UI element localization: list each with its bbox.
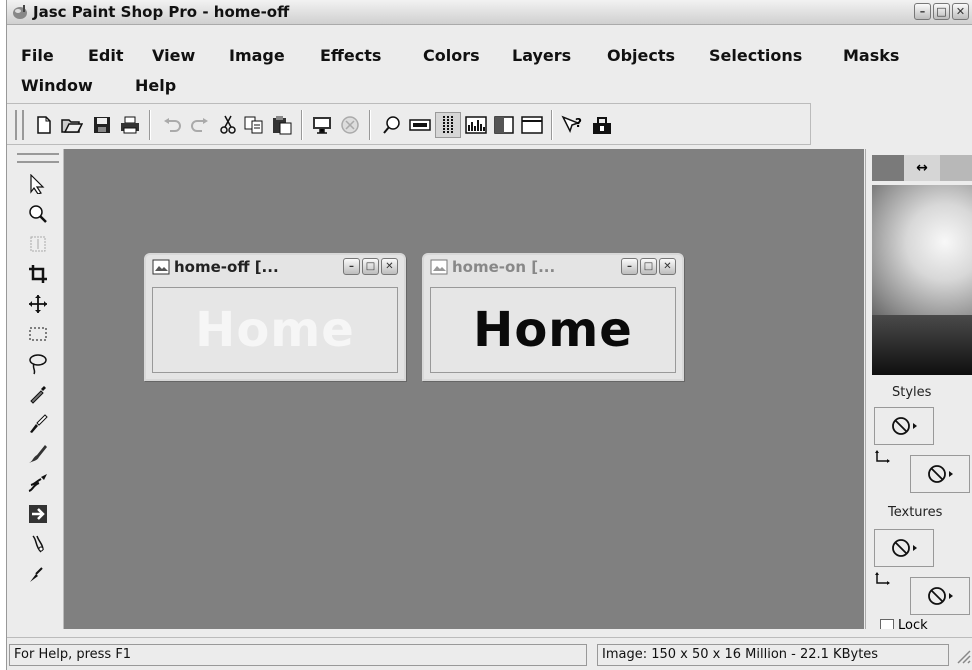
doc-close-button[interactable]: ✕: [381, 258, 398, 275]
undo-icon[interactable]: [159, 112, 185, 138]
open-icon[interactable]: [59, 112, 85, 138]
toolbar-icon[interactable]: [407, 112, 433, 138]
dropper-icon[interactable]: [25, 381, 51, 407]
swap-styles-icon[interactable]: [874, 449, 892, 467]
doc-minimize-button[interactable]: –: [621, 258, 638, 275]
doc-maximize-button[interactable]: □: [640, 258, 657, 275]
paste-icon[interactable]: [269, 112, 295, 138]
overview-icon[interactable]: [379, 112, 405, 138]
doc-minimize-button[interactable]: –: [343, 258, 360, 275]
new-icon[interactable]: [31, 112, 57, 138]
title-bar: Jasc Paint Shop Pro - home-off – □ ✕: [7, 0, 972, 25]
swap-colors-icon[interactable]: ↔: [904, 155, 940, 181]
workspace[interactable]: home-off [... – □ ✕ Home home-on [... – …: [64, 149, 864, 629]
eraser-icon[interactable]: [25, 561, 51, 587]
full-screen-preview-icon[interactable]: [309, 112, 335, 138]
menu-file[interactable]: File: [21, 46, 54, 65]
freehand-icon[interactable]: [25, 351, 51, 377]
image-canvas[interactable]: Home: [430, 287, 676, 373]
menu-masks[interactable]: Masks: [843, 46, 899, 65]
menu-image[interactable]: Image: [229, 46, 285, 65]
lock-checkbox[interactable]: Lock: [880, 618, 928, 629]
scratch-remover-icon[interactable]: [25, 531, 51, 557]
save-icon[interactable]: [89, 112, 115, 138]
cut-icon[interactable]: [215, 112, 241, 138]
doc-close-button[interactable]: ✕: [659, 258, 676, 275]
selection-icon[interactable]: [25, 321, 51, 347]
lock-label: Lock: [898, 618, 928, 629]
menu-bar: File Edit View Image Effects Colors Laye…: [7, 26, 972, 100]
layer-palette-icon[interactable]: [491, 112, 517, 138]
menu-effects[interactable]: Effects: [320, 46, 381, 65]
document-window-home-on[interactable]: home-on [... – □ ✕ Home: [422, 253, 684, 381]
document-title: home-off [...: [174, 258, 279, 276]
image-canvas[interactable]: Home: [152, 287, 398, 373]
tool-palette: [13, 149, 64, 629]
crop-icon[interactable]: [25, 261, 51, 287]
minimize-button[interactable]: –: [914, 3, 931, 20]
background-texture-button[interactable]: [910, 577, 970, 615]
foreground-style-button[interactable]: [874, 407, 934, 445]
resize-grip-icon[interactable]: [955, 648, 971, 664]
styles-label: Styles: [892, 385, 932, 400]
histogram-icon[interactable]: [463, 112, 489, 138]
color-replacer-icon[interactable]: [589, 112, 615, 138]
deformation-icon[interactable]: [25, 231, 51, 257]
menu-view[interactable]: View: [152, 46, 195, 65]
browse-icon[interactable]: [337, 112, 363, 138]
tool-options-icon[interactable]: [519, 112, 545, 138]
document-icon: [430, 259, 448, 275]
app-icon: [13, 5, 27, 19]
print-icon[interactable]: [117, 112, 143, 138]
arrow-icon[interactable]: [25, 171, 51, 197]
menu-selections[interactable]: Selections: [709, 46, 802, 65]
image-text: Home: [473, 302, 633, 358]
maximize-button[interactable]: □: [933, 3, 950, 20]
background-style-button[interactable]: [910, 455, 970, 493]
window-title: Jasc Paint Shop Pro - home-off: [33, 3, 290, 21]
menu-edit[interactable]: Edit: [88, 46, 124, 65]
document-icon: [152, 259, 170, 275]
swap-textures-icon[interactable]: [874, 571, 892, 589]
help-icon[interactable]: ?: [559, 112, 585, 138]
color-picker-area[interactable]: [872, 185, 972, 375]
status-image-info: Image: 150 x 50 x 16 Million - 22.1 KByt…: [597, 644, 949, 666]
doc-maximize-button[interactable]: □: [362, 258, 379, 275]
background-swatch[interactable]: [940, 155, 972, 181]
clone-brush-icon[interactable]: [25, 441, 51, 467]
svg-text:?: ?: [575, 116, 582, 130]
retouch-icon[interactable]: [25, 501, 51, 527]
menu-window[interactable]: Window: [21, 76, 93, 95]
status-help-text: For Help, press F1: [9, 644, 587, 666]
toolbar-grip[interactable]: [15, 110, 24, 140]
foreground-texture-button[interactable]: [874, 529, 934, 567]
app-window: Jasc Paint Shop Pro - home-off – □ ✕ Fil…: [6, 0, 972, 670]
menu-help[interactable]: Help: [135, 76, 176, 95]
menu-layers[interactable]: Layers: [512, 46, 571, 65]
zoom-icon[interactable]: [25, 201, 51, 227]
mover-icon[interactable]: [25, 291, 51, 317]
status-bar: For Help, press F1 Image: 150 x 50 x 16 …: [7, 637, 972, 670]
document-title: home-on [...: [452, 258, 556, 276]
paintbrush-icon[interactable]: [25, 411, 51, 437]
tool-palette-icon[interactable]: [435, 112, 461, 138]
textures-label: Textures: [888, 505, 943, 520]
close-button[interactable]: ✕: [952, 3, 969, 20]
foreground-swatch[interactable]: [872, 155, 904, 181]
image-text: Home: [195, 302, 355, 358]
menu-colors[interactable]: Colors: [423, 46, 480, 65]
main-toolbar: ?: [7, 103, 811, 145]
copy-icon[interactable]: [241, 112, 267, 138]
color-palette: ↔ Styles Textures Lock: [865, 149, 972, 629]
color-replacer-icon[interactable]: [25, 471, 51, 497]
document-window-home-off[interactable]: home-off [... – □ ✕ Home: [144, 253, 406, 381]
redo-icon[interactable]: [187, 112, 213, 138]
menu-objects[interactable]: Objects: [607, 46, 675, 65]
